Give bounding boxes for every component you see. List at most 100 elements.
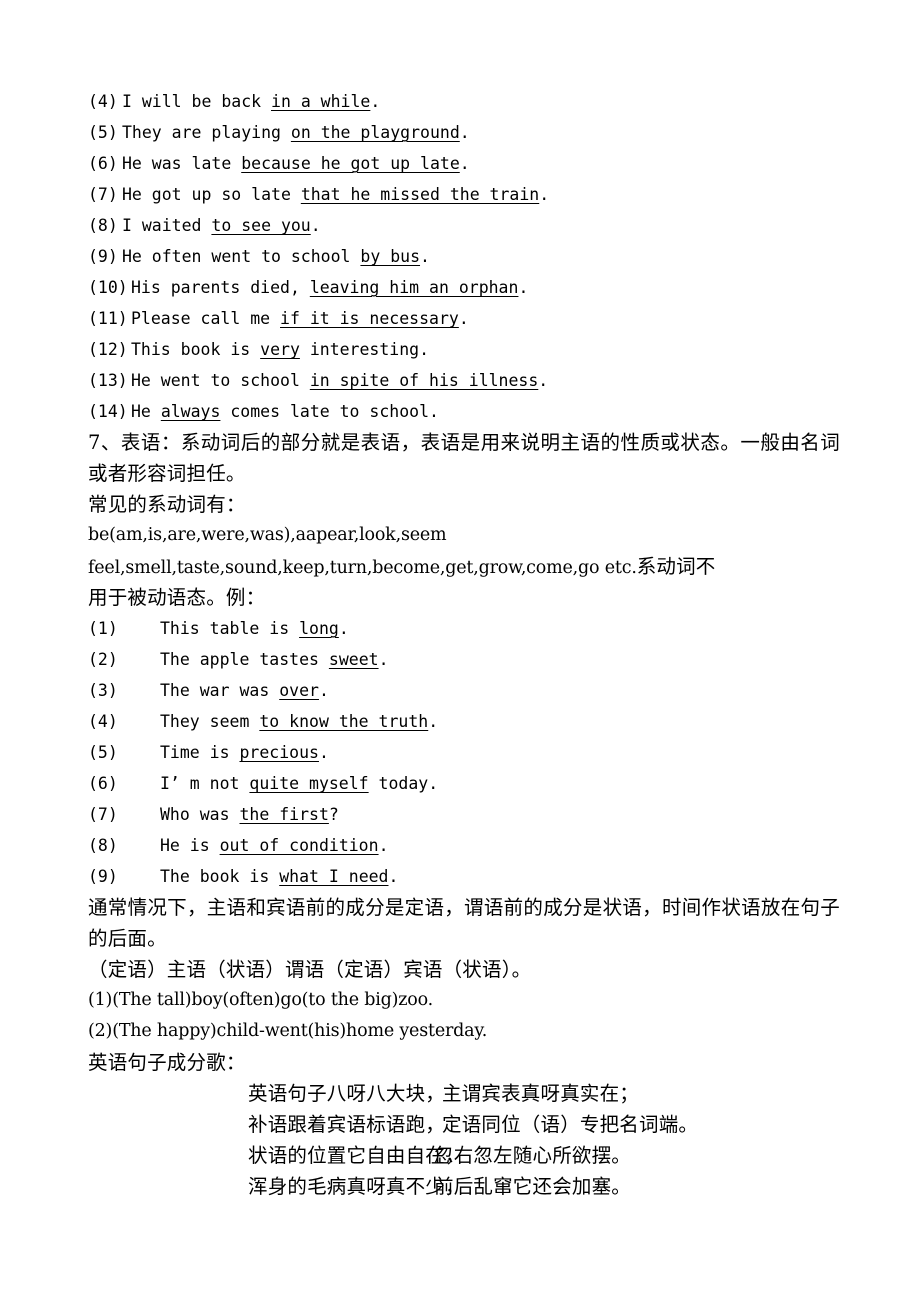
- item-number: (2): [88, 650, 118, 669]
- item-text-post: .: [428, 712, 439, 731]
- item-text-post: .: [338, 619, 349, 638]
- adverbial-examples-list: (4) I will be back in a while. (5) They ar…: [88, 86, 840, 427]
- item-number: (3): [88, 681, 118, 700]
- list-item: (9) The book is what I need.: [88, 861, 840, 892]
- item-text-underlined: precious: [239, 743, 319, 762]
- item-text-pre: The war was: [160, 681, 280, 700]
- list-item: (8) I waited to see you.: [88, 210, 840, 241]
- list-item: (10) His parents died, leaving him an orp…: [88, 272, 840, 303]
- item-text-underlined: in a while: [271, 92, 371, 111]
- item-text-underlined: by bus: [360, 247, 421, 266]
- item-text-pre: The apple tastes: [160, 650, 329, 669]
- list-item: (9) He often went to school by bus.: [88, 241, 840, 272]
- item-text-underlined: what I need: [279, 867, 389, 886]
- item-number: (13): [88, 371, 128, 390]
- item-text-pre: I’ m not: [160, 774, 250, 793]
- item-text-underlined: out of condition: [219, 836, 379, 855]
- order-rules-pattern: （定语）主语（状语）谓语（定语）宾语（状语）。: [88, 958, 532, 981]
- item-text-underlined: in spite of his illness: [309, 371, 539, 390]
- item-text-underlined: always: [160, 402, 221, 421]
- item-number: (6): [88, 154, 118, 173]
- list-item: (7) He got up so late that he missed the …: [88, 179, 840, 210]
- list-item: (6) He was late because he got up late.: [88, 148, 840, 179]
- item-text-pre: He went to school: [131, 371, 310, 390]
- list-item: (6) I’ m not quite myself today.: [88, 768, 840, 799]
- item-number: (7): [88, 185, 118, 204]
- item-text-underlined: long: [299, 619, 339, 638]
- item-text-underlined: the first: [239, 805, 329, 824]
- item-text-pre: I waited: [122, 216, 212, 235]
- item-text-post: .: [388, 867, 399, 886]
- song-line-second-half: 定语同位（语）专把名词端。: [442, 1113, 699, 1136]
- linking-verbs-line-2-chinese: 系动词不: [636, 555, 716, 578]
- list-item: (13) He went to school in spite of his il…: [88, 365, 840, 396]
- item-number: (4): [88, 712, 118, 731]
- item-number: (8): [88, 216, 118, 235]
- order-rules-paragraph: 通常情况下，主语和宾语前的成分是定语，谓语前的成分是状语，时间作状语放在句子的后…: [88, 896, 840, 950]
- item-number: (2): [88, 1021, 113, 1041]
- item-number: (4): [88, 92, 118, 111]
- item-text-underlined: to see you: [211, 216, 311, 235]
- item-number: (6): [88, 774, 118, 793]
- item-text-post: .: [378, 836, 389, 855]
- item-text-post: .: [459, 154, 470, 173]
- list-item: (4) They seem to know the truth.: [88, 706, 840, 737]
- song-line-second-half: 忽右忽左随心所欲摆。: [434, 1144, 632, 1167]
- order-rules-example: (2)(The happy)child-went(his)home yester…: [88, 1016, 840, 1047]
- item-text-pre: He often went to school: [122, 247, 361, 266]
- item-text-underlined: to know the truth: [259, 712, 429, 731]
- item-text-underlined: very: [260, 340, 300, 359]
- linking-verbs-line-2-english: feel,smell,taste,sound,keep,turn,become,…: [88, 558, 637, 578]
- song-line-second-half: 前后乱窜它还会加塞。: [434, 1175, 632, 1198]
- order-rules-example: (1)(The tall)boy(often)go(to the big)zoo…: [88, 985, 840, 1016]
- item-text-pre: The book is: [160, 867, 280, 886]
- item-text-pre: They seem: [160, 712, 260, 731]
- item-text-post: .: [538, 371, 549, 390]
- item-number: (7): [88, 805, 118, 824]
- item-number: (12): [88, 340, 128, 359]
- item-text-pre: Who was: [160, 805, 240, 824]
- list-item: (14) He always comes late to school.: [88, 396, 840, 427]
- song-line-first-half: 英语句子八呀八大块，: [248, 1082, 446, 1105]
- list-item: (2) The apple tastes sweet.: [88, 644, 840, 675]
- item-text-pre: He was late: [122, 154, 242, 173]
- item-number: (11): [88, 309, 128, 328]
- predicative-examples-list: (1) This table is long. (2) The apple tast…: [88, 613, 840, 892]
- song-lines: 英语句子八呀八大块，主谓宾表真呀真实在； 补语跟着宾语标语跑，定语同位（语）专把…: [248, 1078, 840, 1202]
- song-line-second-half: 主谓宾表真呀真实在；: [442, 1082, 640, 1105]
- item-number: (5): [88, 123, 118, 142]
- item-text-underlined: quite myself: [249, 774, 369, 793]
- song-line-first-half: 状语的位置它自由自在，: [248, 1144, 465, 1167]
- item-number: (9): [88, 867, 118, 886]
- item-text-post: .: [370, 92, 381, 111]
- item-text-post: ?: [328, 805, 339, 824]
- document-page: (4) I will be back in a while. (5) They ar…: [0, 0, 920, 1302]
- item-text-post: .: [458, 309, 469, 328]
- item-text-underlined: on the playground: [290, 123, 460, 142]
- item-text-post: interesting.: [299, 340, 430, 359]
- item-number: (1): [88, 990, 113, 1010]
- linking-verbs-line-1: be(am,is,are,were,was),aapear,look,seem: [88, 525, 447, 545]
- list-item: (8) He is out of condition.: [88, 830, 840, 861]
- item-text-pre: This table is: [160, 619, 300, 638]
- item-text-pre: Please call me: [131, 309, 281, 328]
- item-number: (1): [88, 619, 118, 638]
- item-number: (10): [88, 278, 128, 297]
- list-item: (3) The war was over.: [88, 675, 840, 706]
- list-item: (5) They are playing on the playground.: [88, 117, 840, 148]
- section-7-paragraph: 7、表语：系动词后的部分就是表语，表语是用来说明主语的性质或状态。一般由名词或者…: [88, 431, 840, 485]
- common-linking-verbs-label: 常见的系动词有：: [88, 493, 246, 516]
- item-number: (8): [88, 836, 118, 855]
- song-line: 英语句子八呀八大块，主谓宾表真呀真实在；: [248, 1078, 840, 1109]
- item-text-underlined: that he missed the train: [300, 185, 540, 204]
- item-text: (The happy)child-went(his)home yesterday…: [112, 1021, 488, 1041]
- list-item: (7) Who was the first?: [88, 799, 840, 830]
- linking-verbs-line-2: feel,smell,taste,sound,keep,turn,become,…: [88, 551, 840, 582]
- linking-verbs-line-3: 用于被动语态。例：: [88, 586, 266, 609]
- item-text-post: .: [318, 681, 329, 700]
- item-text-pre: I will be back: [122, 92, 272, 111]
- item-text-pre: Time is: [160, 743, 240, 762]
- item-text-post: .: [378, 650, 389, 669]
- item-text-underlined: over: [279, 681, 319, 700]
- item-text-post: .: [310, 216, 321, 235]
